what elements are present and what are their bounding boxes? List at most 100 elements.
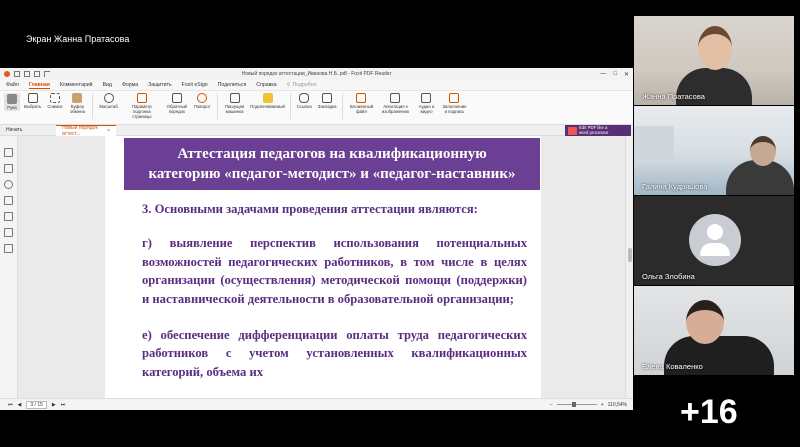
zoom-slider-knob[interactable]: [571, 402, 576, 407]
hand-tool-button[interactable]: Рука: [4, 93, 20, 111]
security-panel-icon[interactable]: [4, 228, 13, 237]
vertical-scrollbar[interactable]: [625, 136, 633, 398]
ribbon-separator: [216, 93, 218, 119]
image-annotation-button[interactable]: Аннотация к изображению: [377, 93, 413, 114]
navigation-pane: [0, 136, 18, 398]
first-page-icon[interactable]: ⏮: [8, 402, 13, 408]
participant-tile[interactable]: Ольга Злобина: [634, 196, 794, 285]
zoom-controls: − + 110,54%: [550, 402, 627, 408]
fit-page-button[interactable]: Параметр подгонка страницы: [122, 93, 162, 119]
scrollbar-thumb[interactable]: [628, 248, 632, 262]
ribbon-separator: [342, 93, 344, 119]
thumbnail-panel-icon[interactable]: [4, 164, 13, 173]
reverse-order-icon: [171, 93, 182, 103]
zoom-button[interactable]: Масштаб: [97, 93, 119, 109]
menu-bar: Файл Главная Комментарий Вид Форма Защит…: [0, 80, 633, 91]
menu-protect[interactable]: Защитить: [148, 82, 172, 88]
menu-view[interactable]: Вид: [103, 82, 112, 88]
tab-document[interactable]: Новый порядок аттест... ×: [56, 124, 116, 137]
zoom-slider[interactable]: [556, 402, 597, 407]
participant-tile[interactable]: Елена Коваленко: [634, 286, 794, 375]
zoom-in-icon[interactable]: +: [601, 402, 604, 408]
title-bar: Новый порядок аттестации_Иванова Н.Б..pd…: [0, 68, 633, 80]
menu-search[interactable]: ⚲ Подробно: [287, 82, 317, 88]
participant-face: [698, 26, 732, 70]
document-workspace: Аттестация педагогов на квалификационную…: [0, 136, 633, 398]
rotate-button[interactable]: Поворот: [192, 93, 213, 109]
search-icon: ⚲: [286, 82, 291, 88]
prev-page-icon[interactable]: ◀: [18, 402, 22, 408]
slide-paragraph-g: г) выявление перспектив использования по…: [142, 236, 527, 306]
participant-face: [686, 300, 724, 344]
snapshot-button[interactable]: Снимок: [45, 93, 64, 109]
tab-start[interactable]: Начать: [0, 125, 56, 136]
slide-title: Аттестация педагогов на квалификационную…: [124, 138, 540, 190]
select-icon: [27, 93, 38, 103]
zoom-level[interactable]: 110,54%: [608, 402, 627, 408]
rotate-icon: [197, 93, 208, 103]
link-button[interactable]: Ссылка: [295, 93, 314, 109]
pdf-reader-window: Новый порядок аттестации_Иванова Н.Б..pd…: [0, 68, 633, 410]
edit-pdf-promo[interactable]: Edit PDF like a word processor: [565, 125, 631, 136]
participant-name: Жанна Пратасова: [642, 92, 705, 101]
avatar: [689, 214, 741, 266]
tab-document-label: Новый порядок аттест...: [62, 124, 98, 137]
typewriter-icon: [229, 93, 240, 103]
highlight-button[interactable]: Подсвечиваемый: [250, 93, 286, 109]
status-bar: ⏮ ◀ 3 / 15 ▶ ⏭ − + 110,54%: [0, 398, 633, 410]
clipboard-icon: [72, 93, 83, 103]
menu-file[interactable]: Файл: [6, 82, 19, 88]
participant-name: Галина Кудряшова: [642, 182, 708, 191]
participant-name: Ольга Злобина: [642, 272, 695, 281]
select-tool-button[interactable]: Выбрать: [22, 93, 43, 109]
bookmark-panel-icon[interactable]: [4, 148, 13, 157]
maximize-button[interactable]: □: [613, 71, 617, 78]
clipboard-button[interactable]: Буфер обмена: [66, 93, 88, 114]
zoom-out-icon[interactable]: −: [550, 402, 553, 408]
page-number-field[interactable]: 3 / 15: [26, 400, 47, 409]
fill-sign-button[interactable]: Заполнение и подпись: [439, 93, 469, 114]
menu-help[interactable]: Справка: [256, 82, 276, 88]
participant-tile[interactable]: Галина Кудряшова: [634, 106, 794, 195]
last-page-icon[interactable]: ⏭: [61, 402, 66, 408]
bookmark-button[interactable]: Закладка: [316, 93, 339, 109]
participant-video: [634, 126, 674, 160]
search-placeholder: Подробно: [292, 82, 317, 88]
participant-tile[interactable]: Жанна Пратасова: [634, 16, 794, 105]
ribbon-toolbar: Рука Выбрать Снимок Буфер обмена Масштаб: [0, 91, 633, 125]
minimize-button[interactable]: —: [600, 71, 606, 78]
attachment-panel-icon[interactable]: [4, 212, 13, 221]
menu-comment[interactable]: Комментарий: [60, 82, 93, 88]
next-page-icon[interactable]: ▶: [52, 402, 56, 408]
bookmark-icon: [322, 93, 333, 103]
slide-body: 3. Основными задачами проведения аттеста…: [142, 200, 527, 398]
audio-video-button[interactable]: Аудио и видео: [415, 93, 437, 114]
promo-text: Edit PDF like a word processor: [579, 124, 609, 135]
close-button[interactable]: ✕: [624, 71, 629, 78]
menu-share[interactable]: Поделиться: [218, 82, 247, 88]
tab-close-icon[interactable]: ×: [107, 128, 110, 134]
menu-home[interactable]: Главная: [28, 82, 50, 89]
comment-panel-icon[interactable]: [4, 180, 13, 189]
menu-esign[interactable]: Foxit eSign: [182, 82, 208, 88]
audio-video-icon: [421, 93, 432, 103]
zoom-icon: [103, 93, 114, 103]
window-title: Новый порядок аттестации_Иванова Н.Б..pd…: [241, 71, 392, 77]
ribbon-separator: [92, 93, 94, 119]
participant-name: Елена Коваленко: [642, 362, 703, 371]
signature-panel-icon[interactable]: [4, 244, 13, 253]
hand-icon: [7, 94, 17, 104]
more-participants-count[interactable]: +16: [680, 393, 738, 432]
reverse-order-button[interactable]: Обратный порядок: [164, 93, 190, 114]
highlight-icon: [262, 93, 273, 103]
snapshot-icon: [49, 93, 60, 103]
fill-sign-icon: [449, 93, 460, 103]
layers-panel-icon[interactable]: [4, 196, 13, 205]
menu-form[interactable]: Форма: [122, 82, 138, 88]
pdf-canvas[interactable]: Аттестация педагогов на квалификационную…: [18, 136, 625, 398]
attachment-button[interactable]: Вложенный файл: [347, 93, 375, 114]
ribbon-separator: [289, 93, 291, 119]
typewriter-button[interactable]: Пишущая машинка: [222, 93, 248, 114]
document-tab-bar: Начать Новый порядок аттест... × Edit PD…: [0, 124, 633, 137]
slide-heading: 3. Основными задачами проведения аттеста…: [142, 202, 478, 216]
